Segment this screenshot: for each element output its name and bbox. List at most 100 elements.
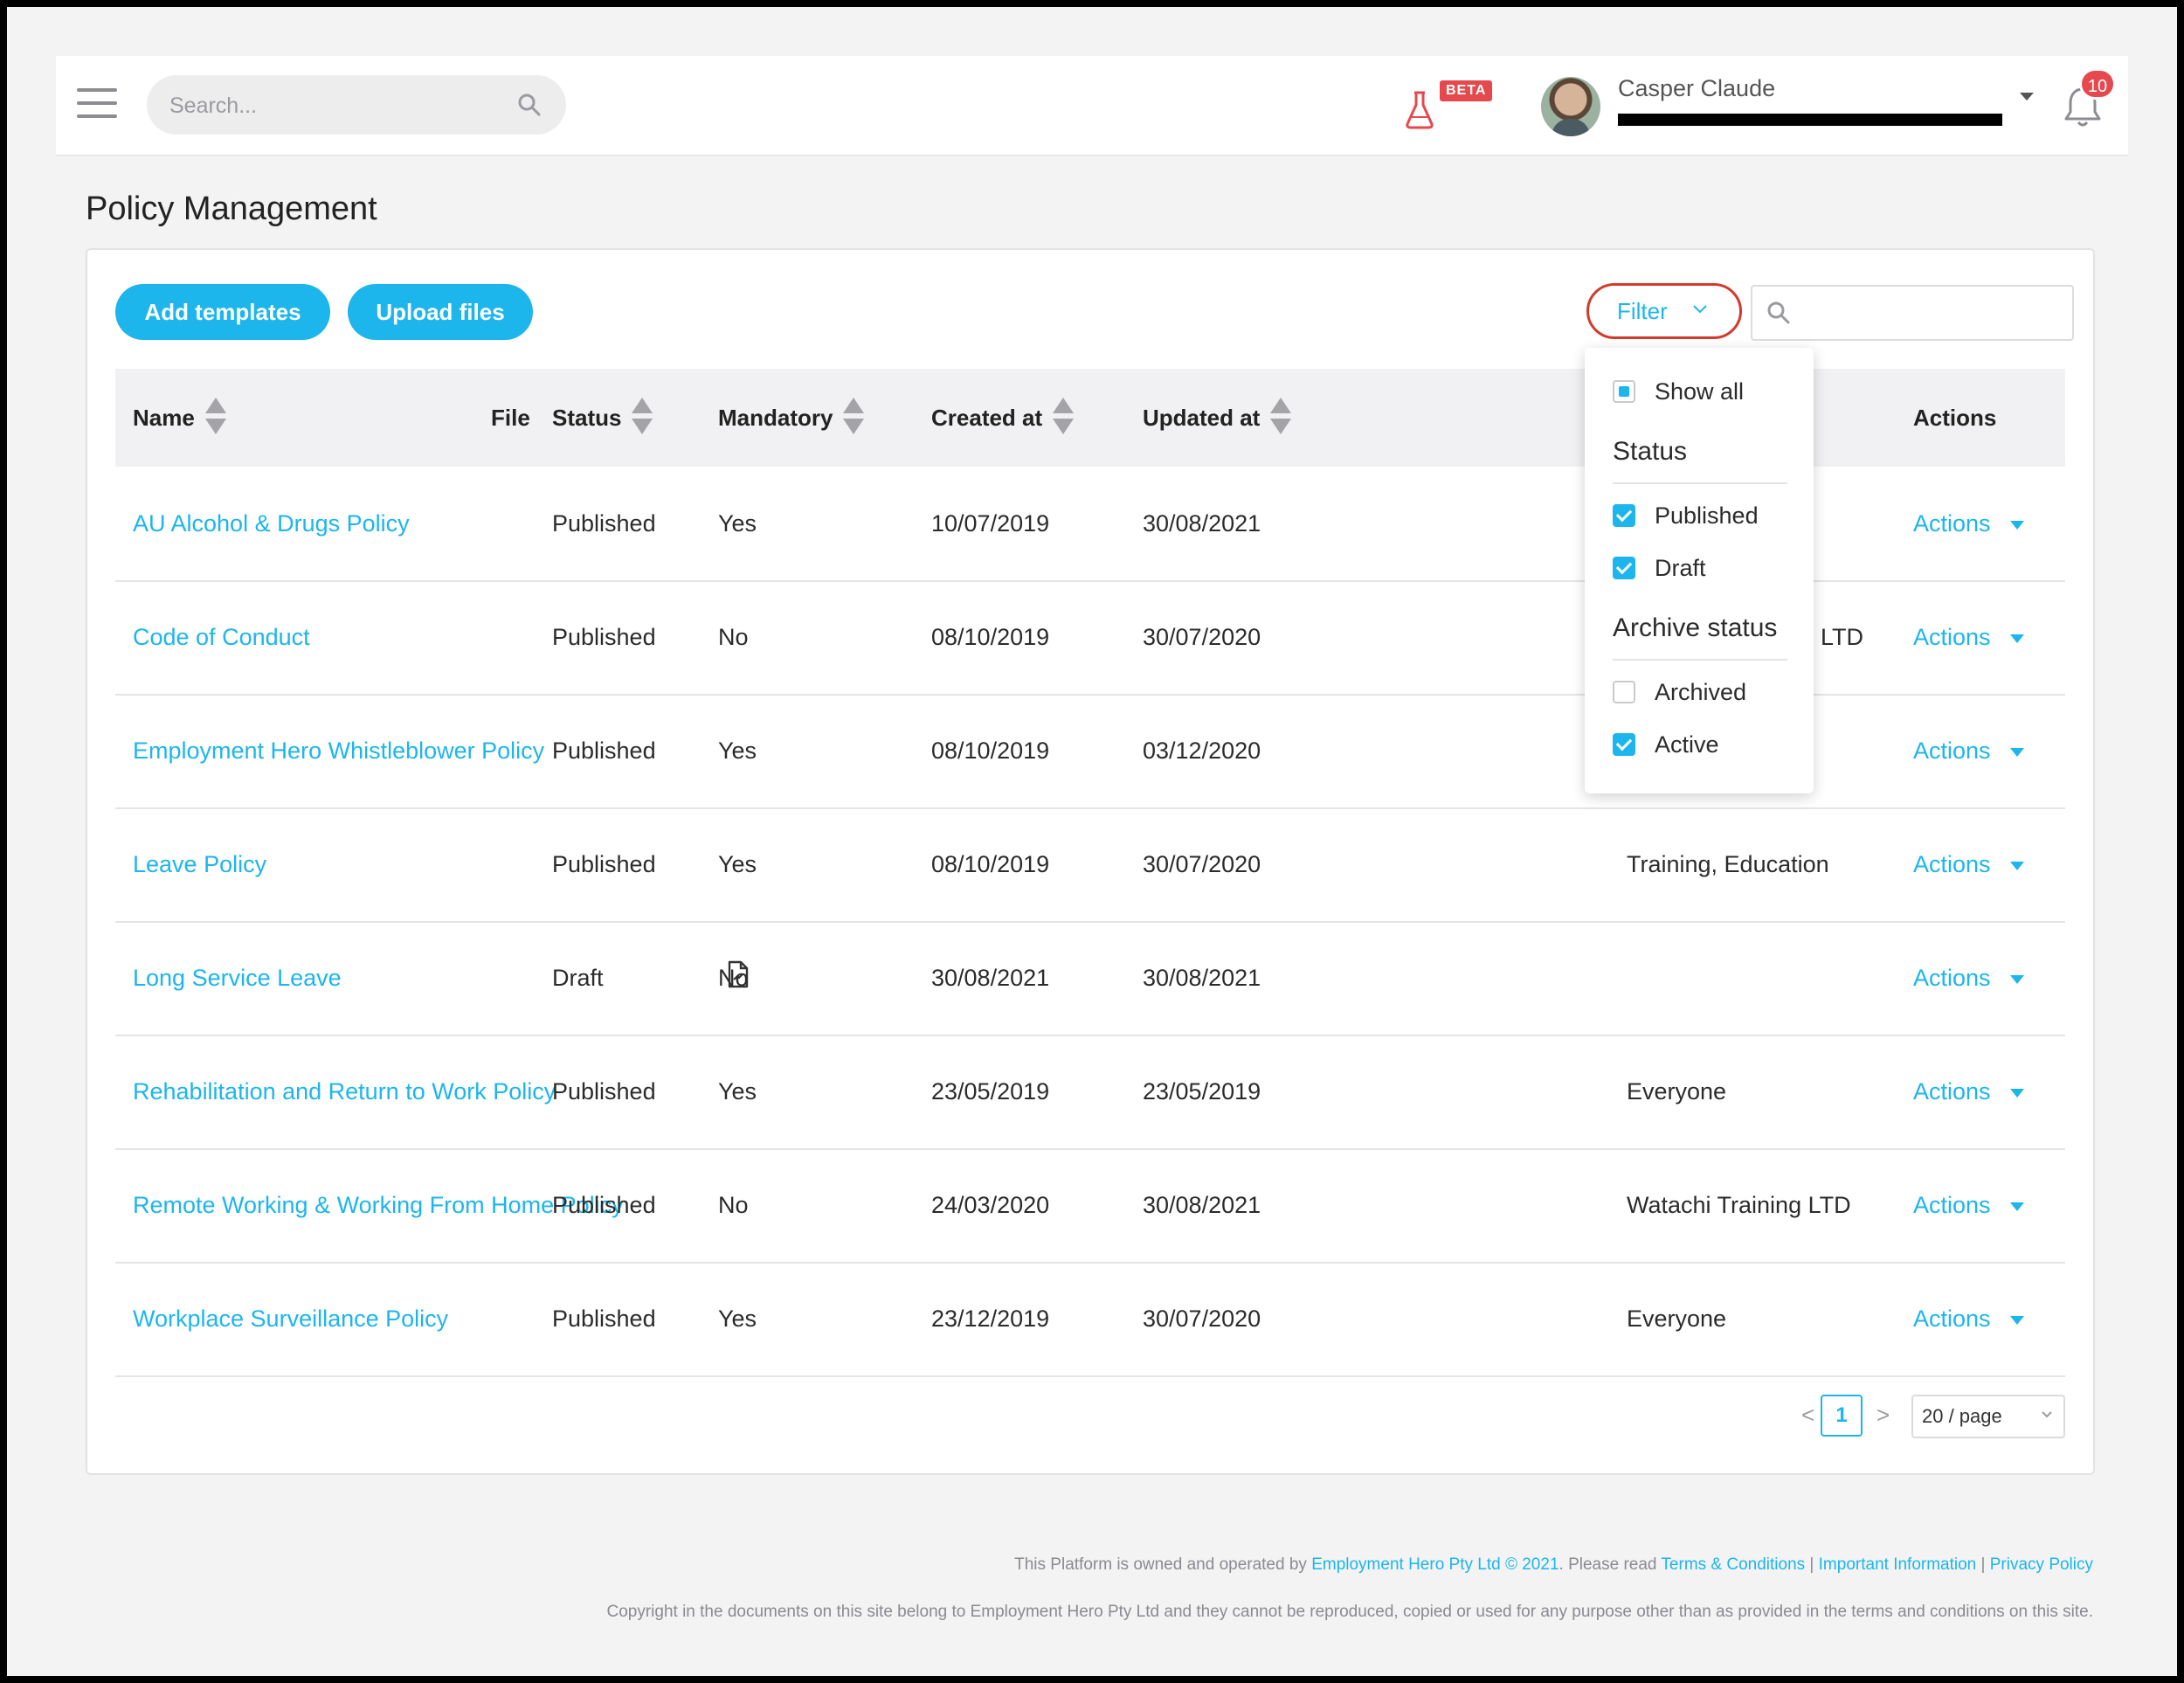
updated-at-cell: 30/08/2021 (1143, 1192, 1261, 1218)
created-at-cell: 08/10/2019 (931, 851, 1050, 877)
mandatory-cell: No (718, 1192, 749, 1218)
footer-copyright: Copyright in the documents on this site … (606, 1603, 2093, 1621)
mandatory-cell: No (718, 965, 749, 991)
assigned-cell: Training, Education (1627, 851, 1829, 877)
table-row: Workplace Surveillance Policy Published … (115, 1262, 2065, 1377)
global-search (147, 75, 566, 136)
global-search-input[interactable] (168, 75, 503, 136)
policy-name-link[interactable]: Code of Conduct (133, 580, 310, 694)
user-name: Casper Claude (1618, 75, 1776, 101)
search-icon[interactable] (517, 93, 542, 117)
beta-features[interactable]: BETA (1405, 80, 1501, 133)
actions-dropdown[interactable]: Actions (1913, 1035, 2024, 1148)
policy-name-link[interactable]: AU Alcohol & Drugs Policy (133, 467, 410, 580)
terms-link[interactable]: Terms & Conditions (1661, 1555, 1805, 1574)
table-search-input[interactable] (1801, 287, 2067, 341)
actions-label: Actions (1913, 1306, 1991, 1332)
column-header-updated-at[interactable]: Updated at (1143, 369, 1292, 467)
table-row: Remote Working & Working From Home Polic… (115, 1148, 2065, 1264)
column-header-created-at[interactable]: Created at (931, 369, 1075, 467)
status-cell: Published (552, 624, 656, 650)
policy-name-link[interactable]: Rehabilitation and Return to Work Policy (133, 1035, 556, 1148)
company-link[interactable]: Employment Hero Pty Ltd © 2021 (1311, 1555, 1559, 1574)
caret-down-icon (2009, 1315, 2024, 1325)
upload-files-button[interactable]: Upload files (348, 284, 533, 340)
filter-dropdown: Show all Status Published Draft Archive … (1585, 348, 1814, 793)
updated-at-cell: 30/08/2021 (1143, 965, 1261, 991)
filter-option-label: Published (1655, 502, 1759, 529)
sort-icon[interactable] (843, 398, 865, 436)
policy-name-link[interactable]: Leave Policy (133, 807, 266, 921)
policy-name-link[interactable]: Employment Hero Whistleblower Policy (133, 694, 544, 807)
actions-label: Actions (1913, 851, 1991, 877)
actions-dropdown[interactable]: Actions (1913, 1148, 2024, 1262)
divider (1613, 482, 1787, 484)
actions-dropdown[interactable]: Actions (1913, 807, 2024, 921)
assigned-cell: Everyone (1627, 1306, 1727, 1332)
status-cell: Published (552, 510, 656, 537)
assigned-cell: LTD (1821, 624, 1864, 650)
checkbox-checked-icon[interactable] (1613, 733, 1635, 756)
footer-text: This Platform is owned and operated by (1014, 1555, 1312, 1574)
privacy-policy-link[interactable]: Privacy Policy (1990, 1555, 2093, 1574)
page-size-value: 20 / page (1922, 1405, 2002, 1427)
hamburger-menu-icon[interactable] (77, 88, 117, 120)
filter-section-status: Status (1613, 437, 1688, 466)
sort-icon[interactable] (204, 398, 226, 436)
actions-label: Actions (1913, 510, 1991, 537)
column-header-file: File (491, 369, 530, 467)
app-window: BETA Casper Claude 10 Policy Management … (7, 7, 2177, 1676)
next-page-button[interactable]: > (1876, 1402, 1890, 1429)
checkbox-partial-icon[interactable] (1613, 380, 1635, 403)
actions-dropdown[interactable]: Actions (1913, 580, 2024, 694)
mandatory-cell: Yes (718, 1078, 757, 1105)
divider (1613, 659, 1787, 661)
add-templates-button[interactable]: Add templates (115, 284, 330, 340)
filter-option-label: Show all (1655, 378, 1745, 405)
actions-dropdown[interactable]: Actions (1913, 694, 2024, 807)
policy-name-link[interactable]: Long Service Leave (133, 921, 342, 1035)
updated-at-cell: 23/05/2019 (1143, 1078, 1261, 1105)
notification-count-badge: 10 (2079, 68, 2116, 100)
mandatory-cell: No (718, 624, 749, 650)
status-cell: Draft (552, 965, 604, 991)
updated-at-cell: 03/12/2020 (1143, 738, 1261, 764)
status-cell: Published (552, 1306, 656, 1332)
avatar[interactable] (1541, 77, 1600, 136)
checkbox-checked-icon[interactable] (1613, 557, 1635, 579)
actions-dropdown[interactable]: Actions (1913, 467, 2024, 580)
checkbox-checked-icon[interactable] (1613, 504, 1635, 527)
actions-dropdown[interactable]: Actions (1913, 1262, 2024, 1375)
checkbox-unchecked-icon[interactable] (1613, 681, 1635, 703)
column-header-label: Status (552, 405, 622, 431)
sort-icon[interactable] (1053, 398, 1075, 436)
assigned-cell: Everyone (1627, 1078, 1727, 1105)
caret-down-icon (2009, 1202, 2024, 1211)
page-1-button[interactable]: 1 (1821, 1395, 1863, 1437)
actions-label: Actions (1913, 738, 1991, 764)
prev-page-button[interactable]: < (1801, 1402, 1814, 1429)
actions-label: Actions (1913, 1192, 1991, 1218)
sort-icon[interactable] (632, 398, 653, 436)
policy-name-link[interactable]: Workplace Surveillance Policy (133, 1262, 448, 1375)
actions-dropdown[interactable]: Actions (1913, 921, 2024, 1035)
policy-name-link[interactable]: Remote Working & Working From Home Polic… (133, 1148, 624, 1262)
filter-button[interactable]: Filter (1586, 283, 1742, 339)
status-cell: Published (552, 1078, 656, 1105)
mandatory-cell: Yes (718, 510, 757, 537)
column-header-status[interactable]: Status (552, 369, 653, 467)
column-header-mandatory[interactable]: Mandatory (718, 369, 865, 467)
created-at-cell: 08/10/2019 (931, 624, 1050, 650)
mandatory-cell: Yes (718, 1306, 757, 1332)
page-size-select[interactable]: 20 / page (1911, 1395, 2065, 1438)
redaction-bar (1618, 114, 2002, 126)
column-header-label: Mandatory (718, 405, 833, 431)
caret-down-icon[interactable] (2020, 93, 2034, 100)
chevron-down-icon (1693, 305, 1707, 314)
filter-label: Filter (1617, 298, 1668, 324)
user-menu[interactable]: Casper Claude (1541, 70, 2065, 143)
sort-icon[interactable] (1270, 398, 1292, 436)
column-header-name[interactable]: Name (133, 369, 226, 467)
important-info-link[interactable]: Important Information (1819, 1555, 1977, 1574)
footer-separator: | (1805, 1555, 1819, 1574)
